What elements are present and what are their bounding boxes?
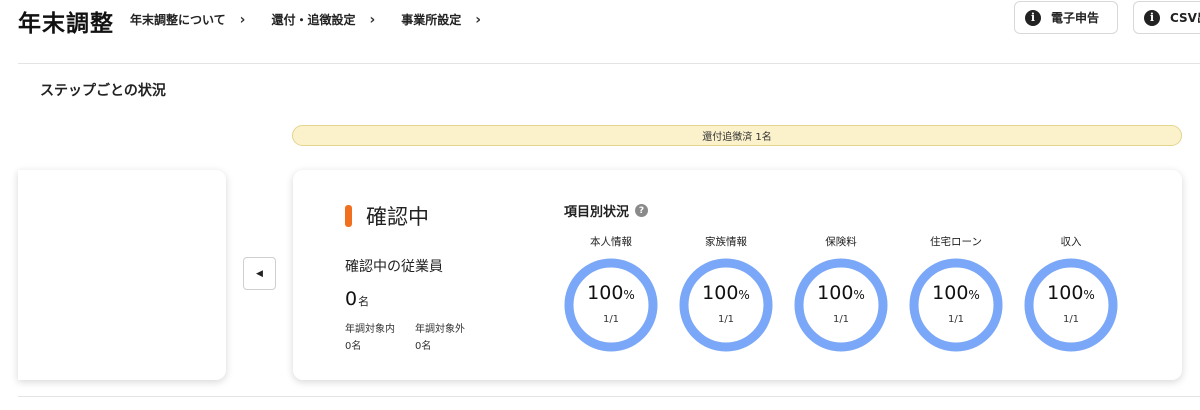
status-marker — [345, 205, 352, 227]
progress-fraction: 1/1 — [1062, 314, 1080, 325]
progress-percent-unit: % — [968, 288, 980, 302]
progress-ring-text: 100% 1/1 — [679, 282, 773, 325]
item-status-income[interactable]: 収入 100% 1/1 — [1021, 234, 1121, 352]
progress-percent-unit: % — [738, 288, 750, 302]
item-status-housing-loan[interactable]: 住宅ローン 100% 1/1 — [906, 234, 1006, 352]
employees-count-value: 0 — [345, 288, 358, 310]
progress-percent-unit: % — [853, 288, 865, 302]
status-banner-text: 還付追徴済 1名 — [702, 132, 772, 143]
progress-fraction: 1/1 — [602, 314, 620, 325]
progress-ring-text: 100% 1/1 — [1024, 282, 1118, 325]
progress-percent: 100% — [679, 282, 773, 306]
chevron-right-icon: › — [475, 11, 482, 28]
app-title: 年末調整 — [18, 11, 114, 37]
item-status-family[interactable]: 家族情報 100% 1/1 — [676, 234, 776, 352]
employees-count-unit: 名 — [358, 295, 370, 308]
step-card: 確認中 確認中の従業員 0 名 年調対象内 0名 年調対象外 0名 項目別状況 … — [293, 170, 1182, 380]
help-icon[interactable]: ? — [635, 204, 649, 217]
header-nav: 年末調整について › 還付・追徴設定 › 事業所設定 › — [130, 11, 507, 28]
previous-step-card — [18, 170, 226, 380]
items-status-title-text: 項目別状況 — [564, 205, 630, 220]
efile-button-label: 電子申告 — [1051, 11, 1100, 25]
prev-step-button[interactable]: ◀ — [243, 257, 276, 290]
employees-count: 0 名 — [345, 288, 369, 310]
item-label: 本人情報 — [590, 236, 632, 248]
csv-button[interactable]: i CSV出 — [1133, 1, 1200, 34]
nav-link-label: 年末調整について — [130, 13, 226, 27]
progress-ring: 100% 1/1 — [909, 258, 1003, 352]
progress-percent-value: 100 — [932, 282, 969, 304]
progress-ring-text: 100% 1/1 — [564, 282, 658, 325]
out-scope-label: 年調対象外 — [415, 324, 465, 335]
step-title: 確認中 — [366, 205, 429, 229]
out-scope-value: 0名 — [415, 341, 432, 352]
progress-fraction: 1/1 — [947, 314, 965, 325]
item-status-insurance[interactable]: 保険料 100% 1/1 — [791, 234, 891, 352]
in-scope-label: 年調対象内 — [345, 324, 395, 335]
csv-button-label: CSV出 — [1170, 11, 1200, 25]
progress-percent: 100% — [794, 282, 888, 306]
progress-percent-value: 100 — [1047, 282, 1084, 304]
item-label: 家族情報 — [705, 236, 747, 248]
status-banner: 還付追徴済 1名 — [292, 125, 1182, 146]
nav-link-about[interactable]: 年末調整について › — [130, 11, 245, 28]
progress-percent-value: 100 — [702, 282, 739, 304]
progress-percent-unit: % — [1083, 288, 1095, 302]
progress-percent-value: 100 — [817, 282, 854, 304]
progress-percent-value: 100 — [587, 282, 624, 304]
info-icon: i — [1144, 9, 1160, 26]
nav-link-refund-settings[interactable]: 還付・追徴設定 › — [271, 11, 375, 28]
progress-fraction: 1/1 — [832, 314, 850, 325]
nav-link-label: 事業所設定 — [401, 13, 462, 27]
item-label: 収入 — [1060, 236, 1082, 248]
progress-ring: 100% 1/1 — [794, 258, 888, 352]
efile-button[interactable]: i 電子申告 — [1014, 1, 1118, 34]
in-scope-value: 0名 — [345, 341, 362, 352]
items-status-title: 項目別状況 ? — [564, 201, 649, 220]
progress-percent: 100% — [909, 282, 1003, 306]
progress-ring: 100% 1/1 — [1024, 258, 1118, 352]
in-scope-stat: 年調対象内 0名 — [345, 321, 395, 355]
progress-percent: 100% — [564, 282, 658, 306]
out-scope-stat: 年調対象外 0名 — [415, 321, 465, 355]
employees-label: 確認中の従業員 — [345, 259, 443, 275]
bottom-divider — [18, 396, 1200, 397]
progress-ring: 100% 1/1 — [679, 258, 773, 352]
progress-fraction: 1/1 — [717, 314, 735, 325]
nav-link-office-settings[interactable]: 事業所設定 › — [401, 11, 481, 28]
chevron-right-icon: › — [369, 11, 376, 28]
progress-ring-text: 100% 1/1 — [794, 282, 888, 325]
progress-ring: 100% 1/1 — [564, 258, 658, 352]
section-title: ステップごとの状況 — [40, 83, 166, 99]
info-icon: i — [1025, 9, 1041, 26]
caret-left-icon: ◀ — [256, 268, 263, 279]
chevron-right-icon: › — [239, 11, 246, 28]
app-header: 年末調整 年末調整について › 還付・追徴設定 › 事業所設定 › i 電子申告… — [18, 0, 1200, 64]
progress-ring-text: 100% 1/1 — [909, 282, 1003, 325]
item-status-personal[interactable]: 本人情報 100% 1/1 — [561, 234, 661, 352]
progress-percent: 100% — [1024, 282, 1118, 306]
nav-link-label: 還付・追徴設定 — [271, 13, 356, 27]
item-label: 住宅ローン — [930, 236, 982, 248]
progress-percent-unit: % — [623, 288, 635, 302]
item-label: 保険料 — [825, 236, 857, 248]
